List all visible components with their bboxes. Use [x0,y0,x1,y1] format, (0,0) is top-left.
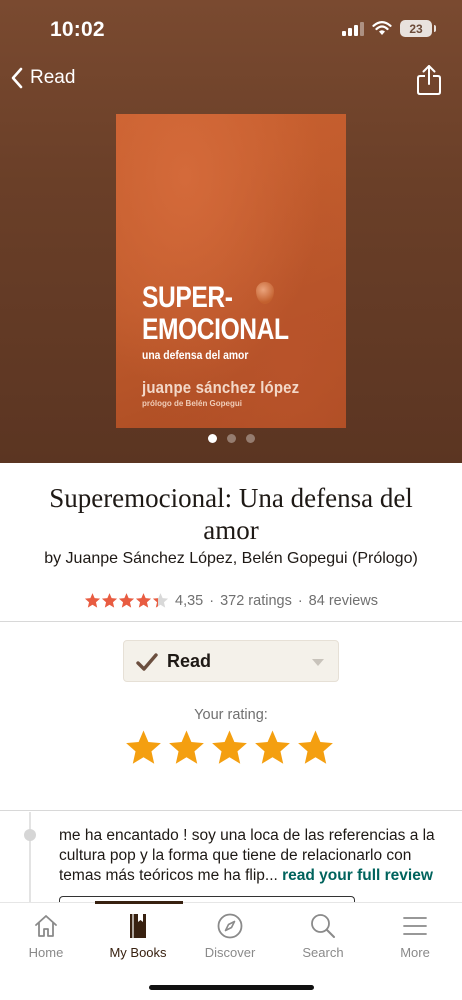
menu-icon [403,917,427,935]
back-button[interactable]: Read [10,66,75,90]
cover-subtitle: una defensa del amor [142,350,249,362]
tab-label: My Books [109,945,167,960]
nav-bar: Read [0,62,462,102]
rating-star-icon[interactable] [210,728,249,767]
shelf-label: Read [167,651,212,671]
cover-hero: 10:02 23 Read SUPER- EMOCIONAL una defen… [0,0,462,463]
rating-separator: · [209,592,215,609]
share-button[interactable] [416,64,442,101]
cover-author: juanpe sánchez lópez [142,378,300,397]
share-icon [417,65,441,95]
reviews-count: 84 reviews [308,592,378,609]
checkmark-icon [136,653,158,671]
shelf-status-button[interactable]: Read [123,640,339,682]
review-snippet[interactable]: me ha encantado ! soy una loca de las re… [59,826,451,886]
status-bar: 10:02 23 [0,0,462,60]
average-star-icon [101,593,118,608]
tab-label: More [400,945,430,960]
book-cover[interactable]: SUPER- EMOCIONAL una defensa del amor ju… [116,114,346,428]
read-full-review-link[interactable]: read your full review [282,867,433,884]
battery-icon: 23 [400,20,436,37]
home-indicator[interactable] [149,985,314,990]
chevron-down-icon [312,659,324,666]
wifi-icon [372,21,392,35]
timeline-dot [24,829,36,841]
tab-label: Home [28,945,64,960]
search-icon [311,914,335,938]
average-rating: 4,35 [175,592,204,609]
average-rating-stars [84,592,169,609]
compass-icon [217,913,243,939]
your-rating-stars[interactable] [124,728,335,767]
average-star-icon [152,593,169,608]
tab-my-books[interactable]: My Books [92,911,184,960]
signal-icon [342,21,364,36]
tab-more[interactable]: More [369,911,461,960]
book-icon [130,914,146,938]
timeline-line [29,812,31,902]
pager-dot[interactable] [245,434,255,443]
divider [0,621,462,622]
back-label: Read [30,67,76,88]
status-time: 10:02 [50,18,105,41]
tab-home[interactable]: Home [0,911,92,960]
average-star-icon [84,593,101,608]
tab-label: Search [302,945,344,960]
cover-prologue: prólogo de Belén Gopegui [142,399,242,408]
tab-label: Discover [204,945,256,960]
tab-discover[interactable]: Discover [184,911,276,960]
chevron-left-icon [11,67,23,89]
cover-title: SUPER- EMOCIONAL [142,281,289,346]
rating-star-icon[interactable] [167,728,206,767]
average-star-icon [135,593,152,608]
rating-summary[interactable]: 4,35 · 372 ratings · 84 reviews [0,592,462,609]
average-star-icon [118,593,135,608]
pager-dot[interactable] [226,434,236,443]
book-authors[interactable]: by Juanpe Sánchez López, Belén Gopegui (… [0,550,462,568]
book-title: Superemocional: Una defensa del amor [49,483,413,545]
rating-star-icon[interactable] [296,728,335,767]
cover-pager[interactable] [0,434,462,443]
divider [0,810,462,811]
home-icon [35,915,57,937]
tab-search[interactable]: Search [277,911,369,960]
rating-star-icon[interactable] [124,728,163,767]
your-rating-label: Your rating: [194,707,268,723]
rating-star-icon[interactable] [253,728,292,767]
battery-level: 23 [409,21,423,36]
ratings-count: 372 ratings [220,592,292,609]
active-tab-indicator [95,901,183,904]
rating-separator: · [297,592,303,609]
pager-dot[interactable] [207,434,217,443]
status-icons: 23 [342,20,436,37]
